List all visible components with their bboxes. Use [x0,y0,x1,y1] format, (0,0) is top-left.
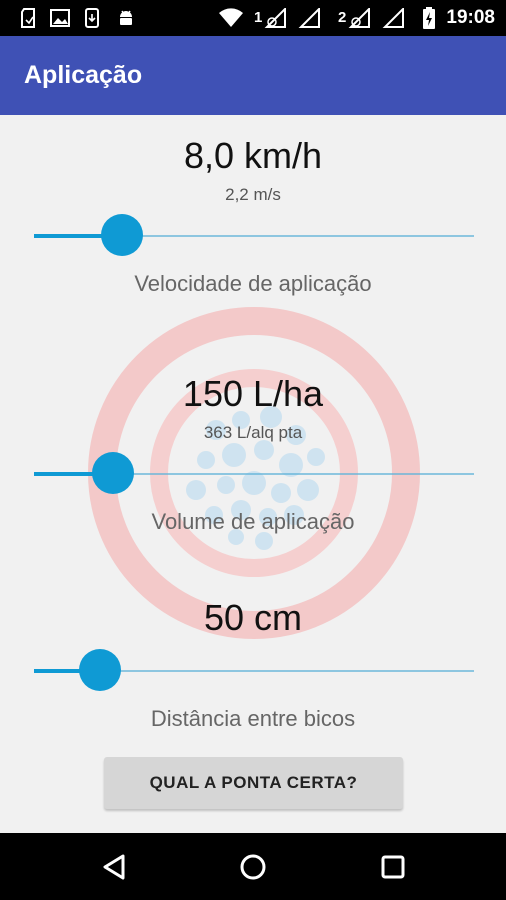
speed-secondary-value: 2,2 m/s [225,185,281,204]
nozzle-spacing-value: 50 cm [203,597,303,638]
back-icon[interactable] [94,847,134,887]
speed-slider[interactable] [34,214,474,258]
volume-value: 150 L/ha [182,373,324,414]
volume-label: Volume de aplicação [151,509,355,534]
phone-download-icon [84,8,100,28]
speed-label: Velocidade de aplicação [134,271,372,296]
sim1-label: 1 [254,9,263,26]
status-bar: 1 2 19:08 [0,0,506,36]
signal-sim1-icon [264,8,286,28]
speed-slider-thumb[interactable] [101,214,143,256]
wifi-icon [218,8,244,28]
volume-secondary-value: 363 L/alq pta [203,423,303,442]
sim2-label: 2 [338,9,347,26]
signal-sim2-icon [348,8,370,28]
nozzle-spacing-slider[interactable] [34,649,474,693]
which-nozzle-button[interactable]: QUAL A PONTA CERTA? [104,757,403,809]
home-icon[interactable] [233,847,273,887]
recents-icon[interactable] [373,847,413,887]
main-content: 8,0 km/h 2,2 m/s Velocidade de aplicação… [0,115,506,833]
battery-charging-icon [422,7,436,29]
volume-slider[interactable] [34,452,474,496]
app-bar: Aplicação [0,36,506,115]
image-icon [50,8,70,28]
page-title: Aplicação [24,61,143,89]
navigation-bar [0,833,506,900]
signal-sim2-bars-icon [382,8,404,28]
volume-slider-thumb[interactable] [92,452,134,494]
speed-value: 8,0 km/h [183,135,323,176]
android-icon [116,8,136,28]
signal-sim1-bars-icon [298,8,320,28]
sd-card-icon [20,8,36,28]
status-time: 19:08 [446,7,495,28]
nozzle-spacing-label: Distância entre bicos [150,706,356,731]
nozzle-spacing-slider-thumb[interactable] [79,649,121,691]
